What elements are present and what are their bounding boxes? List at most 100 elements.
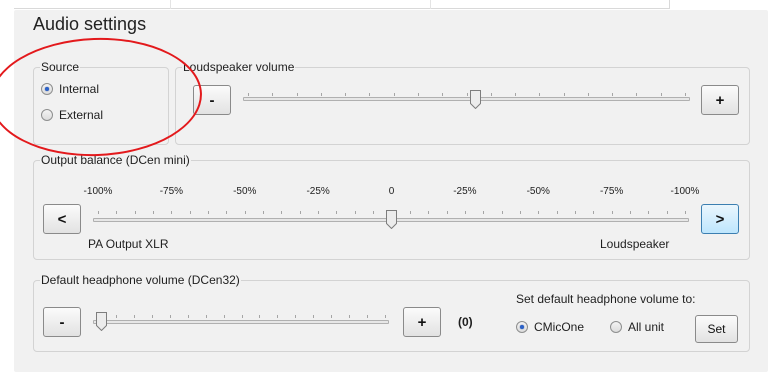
slider-tick: [349, 315, 351, 318]
slider-tick: [241, 315, 243, 318]
slider-tick: [116, 211, 118, 214]
top-divider-tick: [430, 0, 431, 9]
balance-scale-label: -75%: [159, 186, 184, 197]
source-internal-radio[interactable]: Internal: [41, 82, 99, 96]
balance-right-button[interactable]: >: [701, 204, 739, 234]
slider-tick: [153, 211, 155, 214]
slider-tick: [151, 315, 153, 318]
loudspeaker-volume-slider-thumb[interactable]: [469, 90, 481, 109]
slider-tick: [223, 315, 225, 318]
headphone-all-unit-radio[interactable]: All unit: [610, 320, 664, 334]
slider-tick: [417, 93, 419, 96]
headphone-all-unit-label: All unit: [628, 320, 665, 334]
loudspeaker-volume-slider-track[interactable]: [243, 97, 690, 101]
slider-tick: [483, 211, 485, 214]
slider-tick: [133, 315, 135, 318]
balance-scale-label: -50%: [526, 186, 550, 197]
balance-left-label: PA Output XLR: [88, 237, 169, 251]
output-balance-slider-thumb[interactable]: [385, 210, 397, 229]
default-headphone-prompt: Set default headphone volume to:: [516, 292, 696, 306]
headphone-cmicone-label: CMicOne: [534, 320, 585, 334]
slider-tick: [538, 211, 540, 214]
slider-tick: [313, 315, 315, 318]
balance-scale-label: -25%: [453, 186, 477, 197]
slider-tick: [490, 93, 492, 96]
headphone-cmicone-radio[interactable]: CMicOne: [516, 320, 584, 334]
slider-tick: [636, 93, 638, 96]
slider-tick: [464, 211, 466, 214]
set-default-button[interactable]: Set: [695, 315, 738, 343]
slider-tick: [189, 211, 191, 214]
loudspeaker-volume-up-button[interactable]: +: [701, 85, 739, 115]
slider-tick: [248, 93, 249, 96]
radio-dot: [516, 321, 528, 333]
slider-tick: [556, 211, 558, 214]
source-external-label: External: [59, 108, 104, 122]
radio-dot: [41, 83, 53, 95]
headphone-volume-up-button[interactable]: +: [403, 307, 441, 337]
balance-scale-label: -75%: [599, 186, 624, 197]
slider-tick: [272, 93, 274, 96]
slider-tick: [501, 211, 503, 214]
slider-tick: [115, 315, 117, 318]
radio-dot: [41, 109, 53, 121]
slider-tick: [187, 315, 189, 318]
slider-tick: [263, 211, 265, 214]
slider-tick: [611, 211, 613, 214]
slider-tick: [428, 211, 430, 214]
slider-tick: [226, 211, 228, 214]
slider-tick: [244, 211, 246, 214]
slider-tick: [134, 211, 136, 214]
slider-tick: [685, 211, 686, 214]
radio-dot: [610, 321, 622, 333]
slider-tick: [446, 211, 448, 214]
slider-tick: [369, 93, 371, 96]
slider-tick: [354, 211, 356, 214]
slider-tick: [259, 315, 261, 318]
headphone-volume-value: (0): [458, 315, 473, 329]
source-legend: Source: [40, 60, 81, 75]
slider-tick: [205, 315, 207, 318]
loudspeaker-volume-legend: Loudspeaker volume: [182, 60, 296, 75]
slider-tick: [345, 93, 347, 96]
slider-tick: [666, 211, 668, 214]
slider-tick: [295, 315, 297, 318]
balance-scale-label: -100%: [670, 186, 700, 197]
slider-tick: [519, 211, 521, 214]
slider-tick: [539, 93, 541, 96]
slider-tick: [685, 93, 686, 96]
slider-tick: [320, 93, 322, 96]
slider-tick: [393, 93, 395, 96]
slider-tick: [612, 93, 614, 96]
slider-tick: [385, 315, 386, 318]
slider-tick: [299, 211, 301, 214]
balance-scale-label: -50%: [233, 186, 257, 197]
balance-scale-label: 0: [388, 186, 395, 197]
slider-tick: [169, 315, 171, 318]
slider-tick: [336, 211, 338, 214]
slider-tick: [208, 211, 210, 214]
loudspeaker-volume-down-button[interactable]: -: [193, 85, 231, 115]
top-divider-tick: [170, 0, 171, 9]
source-internal-label: Internal: [59, 82, 100, 96]
headphone-volume-slider-thumb[interactable]: [96, 312, 107, 331]
headphone-volume-down-button[interactable]: -: [43, 307, 81, 337]
top-divider: [14, 0, 670, 9]
page-title: Audio settings: [33, 14, 147, 34]
loudspeaker-volume-group: Loudspeaker volume: [175, 60, 750, 145]
slider-tick: [296, 93, 298, 96]
source-group: Source Internal External: [33, 60, 169, 145]
balance-left-button[interactable]: <: [43, 204, 81, 234]
slider-tick: [648, 211, 650, 214]
slider-tick: [98, 211, 99, 214]
slider-tick: [331, 315, 333, 318]
slider-tick: [587, 93, 589, 96]
slider-tick: [660, 93, 662, 96]
balance-scale-label: -25%: [306, 186, 330, 197]
headphone-slider-ticks: [98, 315, 386, 319]
slider-tick: [367, 315, 369, 318]
source-external-radio[interactable]: External: [41, 108, 103, 122]
headphone-volume-slider-track[interactable]: [93, 320, 389, 324]
slider-tick: [466, 93, 468, 96]
slider-tick: [171, 211, 173, 214]
